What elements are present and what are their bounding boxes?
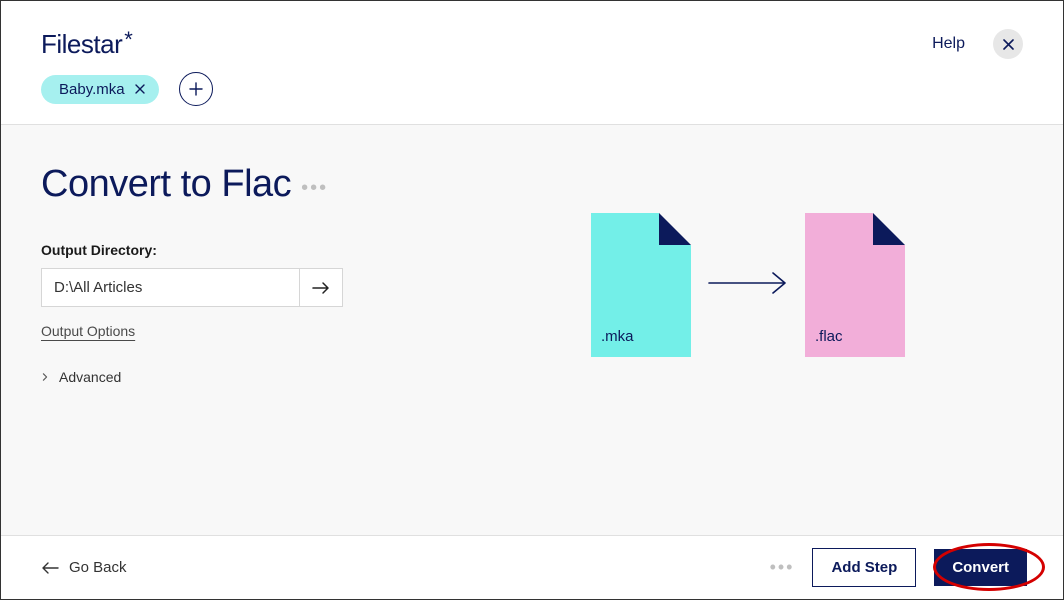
arrow-left-icon bbox=[41, 562, 59, 574]
close-button[interactable] bbox=[993, 29, 1023, 59]
add-step-button[interactable]: Add Step bbox=[812, 548, 916, 587]
page-title: Convert to Flac bbox=[41, 163, 291, 206]
app-brand: Filestar* bbox=[41, 29, 132, 60]
title-more-menu[interactable]: ••• bbox=[301, 169, 328, 200]
footer-more-menu[interactable]: ••• bbox=[770, 557, 795, 578]
source-file-icon: .mka bbox=[591, 213, 691, 357]
advanced-toggle[interactable]: Advanced bbox=[41, 369, 1023, 385]
target-file-icon: .flac bbox=[805, 213, 905, 357]
output-directory-input[interactable]: D:\All Articles bbox=[41, 268, 299, 307]
output-options-link[interactable]: Output Options bbox=[41, 323, 135, 339]
plus-icon bbox=[189, 82, 203, 96]
convert-button[interactable]: Convert bbox=[934, 549, 1027, 586]
remove-file-icon[interactable] bbox=[135, 81, 145, 98]
file-pill[interactable]: Baby.mka bbox=[41, 75, 159, 104]
go-back-button[interactable]: Go Back bbox=[41, 559, 127, 576]
target-file-ext: .flac bbox=[815, 328, 843, 345]
brand-star: * bbox=[124, 27, 132, 53]
output-directory-browse-button[interactable] bbox=[299, 268, 343, 307]
arrow-right-icon bbox=[312, 281, 330, 295]
footer: Go Back ••• Add Step Convert bbox=[1, 535, 1063, 599]
help-link[interactable]: Help bbox=[932, 35, 965, 53]
file-pill-label: Baby.mka bbox=[59, 81, 125, 98]
add-file-button[interactable] bbox=[179, 72, 213, 106]
main-area: Convert to Flac ••• Output Directory: D:… bbox=[1, 124, 1063, 542]
advanced-label: Advanced bbox=[59, 369, 121, 385]
go-back-label: Go Back bbox=[69, 559, 127, 576]
file-pill-row: Baby.mka bbox=[1, 72, 1063, 124]
conversion-arrow-icon bbox=[707, 270, 789, 301]
source-file-ext: .mka bbox=[601, 328, 634, 345]
header: Filestar* Help bbox=[1, 1, 1063, 72]
file-fold-icon bbox=[659, 213, 691, 245]
chevron-right-icon bbox=[41, 373, 49, 381]
output-directory-row: D:\All Articles bbox=[41, 268, 343, 307]
brand-name: Filestar bbox=[41, 29, 122, 60]
file-fold-icon bbox=[873, 213, 905, 245]
conversion-illustration: .mka .flac bbox=[591, 213, 905, 357]
close-icon bbox=[1003, 39, 1014, 50]
